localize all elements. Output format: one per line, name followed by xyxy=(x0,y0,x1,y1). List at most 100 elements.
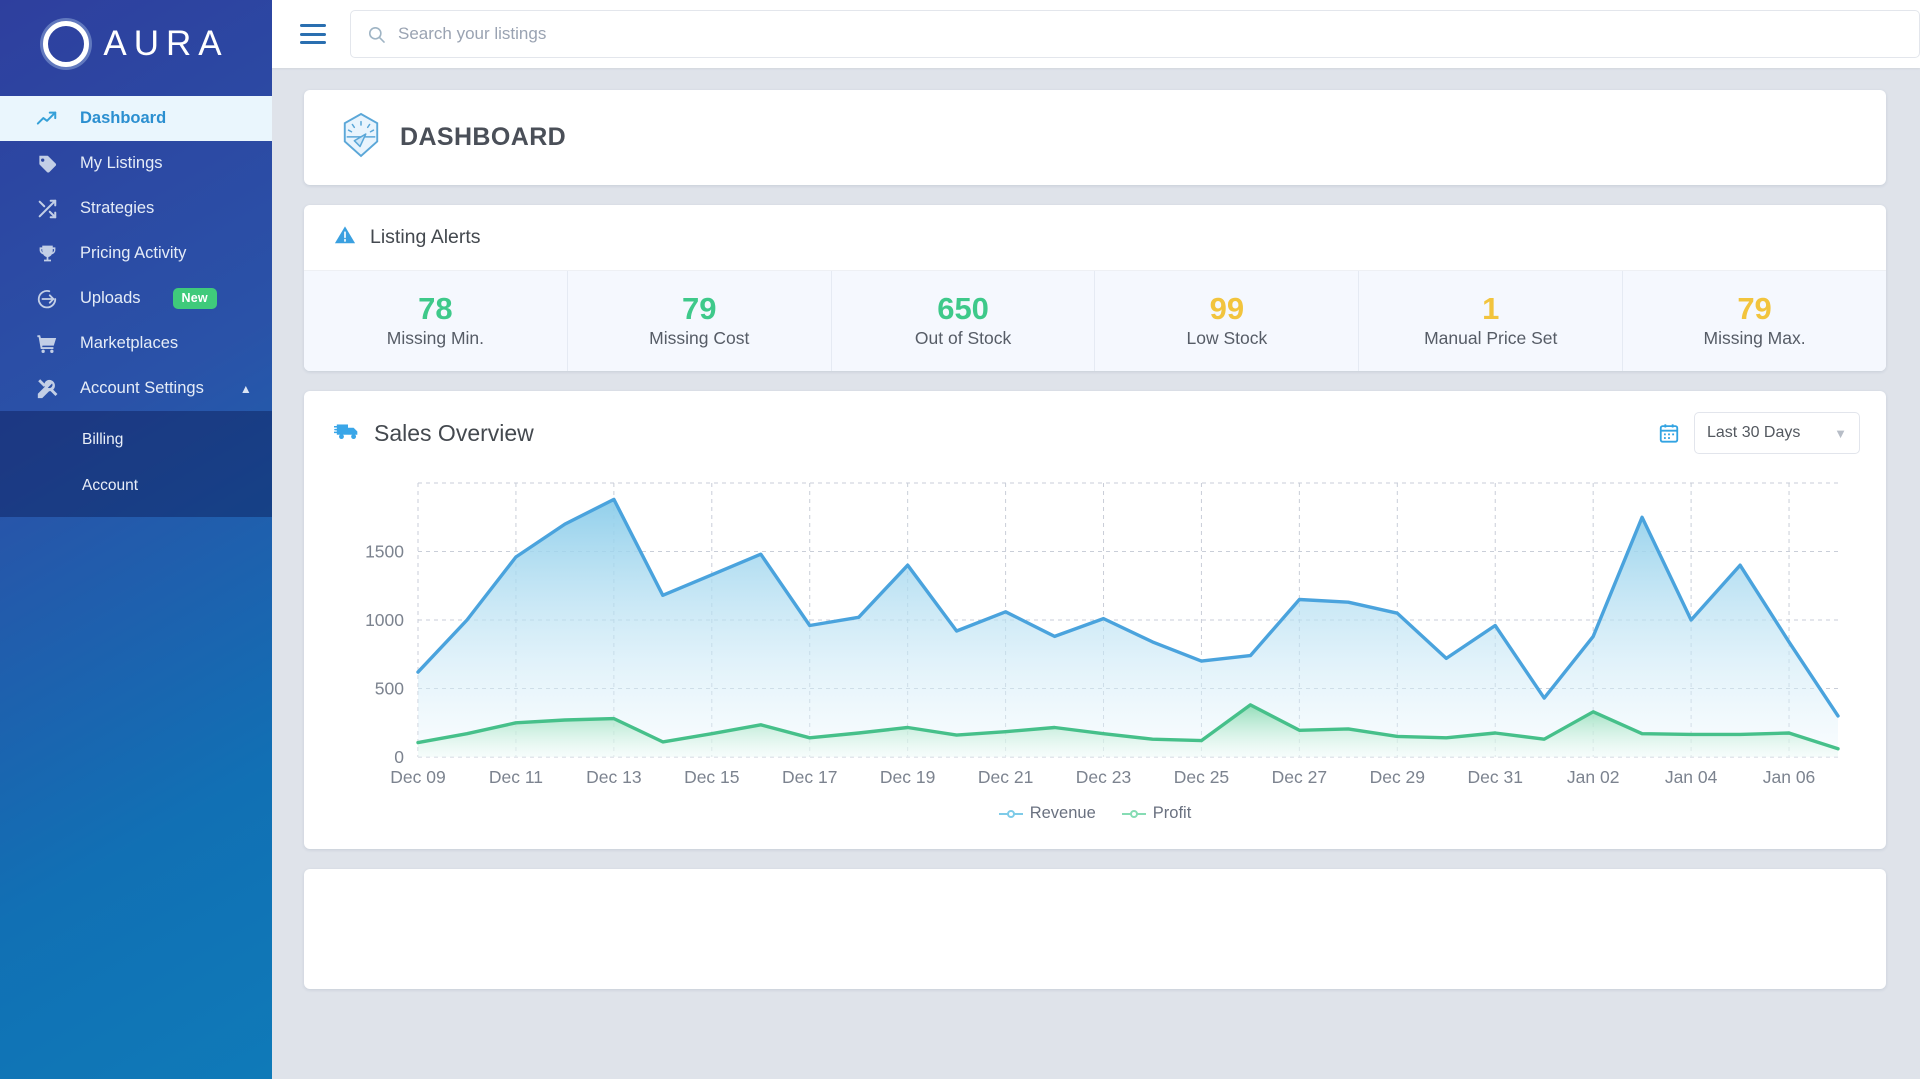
hamburger-icon[interactable] xyxy=(300,24,326,44)
aura-ring-logo-icon xyxy=(43,21,90,67)
legend-marker-revenue xyxy=(998,809,1023,819)
stat-value: 79 xyxy=(682,291,717,327)
svg-text:Dec 11: Dec 11 xyxy=(489,767,543,787)
svg-text:Jan 04: Jan 04 xyxy=(1665,767,1718,787)
main-area: DASHBOARD Listing Alerts 78 Missing Min. xyxy=(272,0,1920,1079)
date-range-selected-value: Last 30 Days xyxy=(1707,424,1801,441)
app-root: AURA Dashboard My Listings Strategies Pr… xyxy=(0,0,1920,1079)
tag-icon xyxy=(34,153,60,174)
svg-text:0: 0 xyxy=(394,747,404,767)
svg-text:Dec 31: Dec 31 xyxy=(1468,767,1523,787)
svg-text:Dec 23: Dec 23 xyxy=(1076,767,1131,787)
svg-text:Dec 29: Dec 29 xyxy=(1370,767,1425,787)
svg-text:Dec 09: Dec 09 xyxy=(390,767,445,787)
sidebar-item-uploads[interactable]: Uploads New xyxy=(0,276,272,321)
listing-alerts-title: Listing Alerts xyxy=(370,226,481,248)
stat-value: 79 xyxy=(1737,291,1772,327)
sidebar-item-label: My Listings xyxy=(80,154,163,172)
svg-text:Jan 02: Jan 02 xyxy=(1567,767,1620,787)
date-range-control: Last 30 Days ▼ xyxy=(1658,412,1860,454)
shuffle-icon xyxy=(34,198,60,220)
sidebar-item-account-settings[interactable]: Account Settings ▲ xyxy=(0,366,272,411)
svg-text:Dec 17: Dec 17 xyxy=(782,767,837,787)
legend-item-revenue[interactable]: Revenue xyxy=(998,804,1096,823)
sidebar-item-pricing-activity[interactable]: Pricing Activity xyxy=(0,231,272,276)
stat-label: Low Stock xyxy=(1186,327,1268,348)
svg-text:Dec 15: Dec 15 xyxy=(684,767,739,787)
legend-label: Profit xyxy=(1152,804,1192,822)
search-input[interactable] xyxy=(398,24,1903,44)
stat-value: 78 xyxy=(418,291,453,327)
page-title: DASHBOARD xyxy=(400,123,567,151)
svg-text:1500: 1500 xyxy=(365,542,404,562)
sidebar-item-label: Uploads xyxy=(80,289,141,307)
legend-label: Revenue xyxy=(1029,804,1096,822)
svg-text:Dec 25: Dec 25 xyxy=(1174,767,1229,787)
sales-overview-title: Sales Overview xyxy=(374,419,534,446)
chevron-down-icon: ▼ xyxy=(1834,425,1847,441)
trending-up-icon xyxy=(34,108,60,130)
speedometer-hex-icon xyxy=(340,112,382,163)
sidebar-item-my-listings[interactable]: My Listings xyxy=(0,141,272,186)
search-bar[interactable] xyxy=(350,10,1920,58)
trophy-icon xyxy=(34,243,60,264)
sales-overview-chart[interactable]: 0 500 1000 1500 Dec 09 Dec 11 Dec 13 Dec 15 Dec … xyxy=(330,475,1850,795)
tools-icon xyxy=(34,378,60,400)
search-icon xyxy=(367,25,386,44)
listing-alerts-card: Listing Alerts 78 Missing Min. 79 Missin… xyxy=(304,205,1886,371)
sidebar-item-strategies[interactable]: Strategies xyxy=(0,186,272,231)
sidebar-item-label: Strategies xyxy=(80,199,155,217)
sidebar: AURA Dashboard My Listings Strategies Pr… xyxy=(0,0,272,1079)
sidebar-item-dashboard[interactable]: Dashboard xyxy=(0,96,272,141)
top-bar xyxy=(272,0,1920,68)
sidebar-badge-new: New xyxy=(172,288,217,309)
brand-name: AURA xyxy=(103,24,229,63)
legend-marker-profit xyxy=(1121,809,1146,819)
sidebar-submenu-account-settings: Billing Account xyxy=(0,411,272,517)
brand-logo[interactable]: AURA xyxy=(0,0,272,88)
stat-label: Missing Cost xyxy=(649,327,750,348)
stat-value: 99 xyxy=(1209,291,1245,327)
sidebar-nav: Dashboard My Listings Strategies Pricing… xyxy=(0,96,272,517)
stat-value: 1 xyxy=(1482,291,1500,327)
svg-text:Jan 06: Jan 06 xyxy=(1763,767,1816,787)
svg-text:Dec 13: Dec 13 xyxy=(586,767,641,787)
sales-overview-card: Sales Overview Last 30 Days ▼ 0 500 1000 15… xyxy=(304,391,1886,849)
sidebar-subitem-billing[interactable]: Billing xyxy=(0,417,272,463)
sidebar-item-label: Account Settings xyxy=(80,379,204,397)
svg-text:Dec 27: Dec 27 xyxy=(1272,767,1327,787)
stat-missing-max[interactable]: 79 Missing Max. xyxy=(1623,271,1886,371)
delivery-truck-icon xyxy=(333,420,362,447)
stat-out-of-stock[interactable]: 650 Out of Stock xyxy=(832,271,1096,371)
stat-label: Missing Min. xyxy=(386,327,485,348)
next-section-card xyxy=(304,869,1886,989)
svg-text:Dec 21: Dec 21 xyxy=(978,767,1033,787)
svg-text:500: 500 xyxy=(375,679,404,699)
listing-alerts-stats: 78 Missing Min. 79 Missing Cost 650 Out … xyxy=(304,271,1886,371)
sidebar-subitem-account[interactable]: Account xyxy=(0,463,272,509)
sales-overview-header: Sales Overview Last 30 Days ▼ xyxy=(304,391,1886,475)
svg-text:1000: 1000 xyxy=(365,610,404,630)
chevron-up-icon: ▲ xyxy=(239,381,252,396)
stat-label: Missing Max. xyxy=(1703,327,1806,348)
sidebar-item-label: Pricing Activity xyxy=(80,244,187,262)
stat-manual-price-set[interactable]: 1 Manual Price Set xyxy=(1359,271,1624,371)
stat-label: Out of Stock xyxy=(914,327,1012,348)
stat-value: 650 xyxy=(937,291,989,327)
warning-triangle-icon xyxy=(334,224,356,251)
stat-missing-min[interactable]: 78 Missing Min. xyxy=(304,271,568,371)
svg-text:Dec 19: Dec 19 xyxy=(880,767,935,787)
sidebar-item-marketplaces[interactable]: Marketplaces xyxy=(0,321,272,366)
sidebar-item-label: Dashboard xyxy=(80,109,167,127)
sidebar-subitem-label: Account xyxy=(82,477,139,494)
date-range-select[interactable]: Last 30 Days ▼ xyxy=(1694,412,1860,454)
stat-label: Manual Price Set xyxy=(1424,327,1558,348)
shopping-cart-icon xyxy=(34,333,60,355)
stat-low-stock[interactable]: 99 Low Stock xyxy=(1095,271,1360,371)
listing-alerts-header: Listing Alerts xyxy=(304,205,1886,271)
legend-item-profit[interactable]: Profit xyxy=(1121,804,1192,823)
page-content: DASHBOARD Listing Alerts 78 Missing Min. xyxy=(272,68,1920,1079)
stat-missing-cost[interactable]: 79 Missing Cost xyxy=(568,271,832,371)
arrow-into-circle-icon xyxy=(34,288,60,310)
sidebar-subitem-label: Billing xyxy=(82,431,124,448)
